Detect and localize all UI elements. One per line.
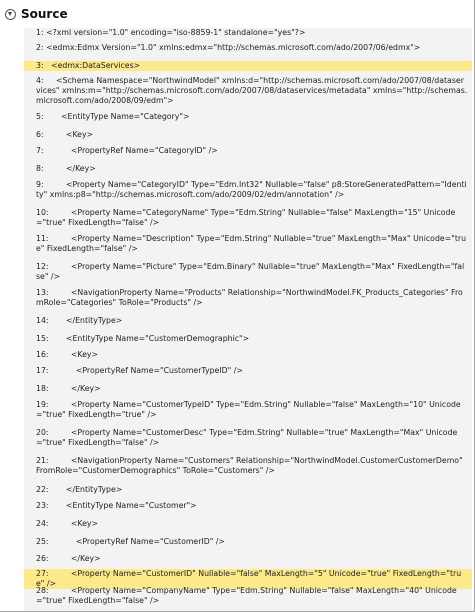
- code-line[interactable]: 22: </EntityType>: [24, 485, 472, 495]
- line-number: 23:: [36, 501, 49, 510]
- line-text: <Key>: [51, 519, 99, 528]
- line-text: <?xml version="1.0" encoding="iso-8859-1…: [46, 28, 306, 37]
- line-number: 11:: [36, 234, 49, 243]
- line-number: 18:: [36, 384, 49, 393]
- line-number: 25:: [36, 537, 49, 546]
- line-text: <edmx:DataServices>: [46, 61, 141, 70]
- line-text: <Key>: [46, 130, 94, 139]
- code-line[interactable]: 9: <Property Name="CategoryID" Type="Edm…: [24, 180, 472, 200]
- code-line-highlighted[interactable]: 3: <edmx:DataServices>: [24, 61, 472, 71]
- line-number: 14:: [36, 316, 49, 325]
- code-line[interactable]: 18: </Key>: [24, 384, 472, 394]
- code-line[interactable]: 1: <?xml version="1.0" encoding="iso-885…: [24, 28, 472, 38]
- line-text: </EntityType>: [51, 485, 123, 494]
- line-text: <Key>: [51, 350, 99, 359]
- line-number: 22:: [36, 485, 49, 494]
- line-number: 1:: [36, 28, 44, 37]
- line-number: 6:: [36, 130, 44, 139]
- line-number: 2:: [36, 43, 44, 52]
- line-text: <NavigationProperty Name="Products" Rela…: [36, 288, 463, 307]
- code-line[interactable]: 23: <EntityType Name="Customer">: [24, 501, 472, 511]
- code-line[interactable]: 24: <Key>: [24, 519, 472, 529]
- code-line[interactable]: 5: <EntityType Name="Category">: [24, 112, 472, 122]
- line-number: 10:: [36, 208, 49, 217]
- line-number: 4:: [36, 76, 44, 85]
- line-number: 21:: [36, 456, 49, 465]
- code-line[interactable]: 11: <Property Name="Description" Type="E…: [24, 234, 472, 254]
- source-header[interactable]: Source: [5, 6, 68, 22]
- line-number: 3:: [36, 61, 44, 70]
- source-title[interactable]: Source: [21, 7, 68, 21]
- code-line[interactable]: 25: <PropertyRef Name="CustomerID" />: [24, 537, 472, 547]
- code-line[interactable]: 26: </Key>: [24, 554, 472, 564]
- line-number: 12:: [36, 262, 49, 271]
- code-line[interactable]: 14: </EntityType>: [24, 316, 472, 326]
- code-line[interactable]: 6: <Key>: [24, 130, 472, 140]
- source-viewer: Source 1: <?xml version="1.0" encoding="…: [0, 0, 475, 612]
- code-line[interactable]: 19: <Property Name="CustomerTypeID" Type…: [24, 400, 472, 420]
- line-text: <EntityType Name="CustomerDemographic">: [51, 334, 250, 343]
- line-number: 16:: [36, 350, 49, 359]
- code-line[interactable]: 4: <Schema Namespace="NorthwindModel" xm…: [24, 76, 472, 106]
- line-number: 26:: [36, 554, 49, 563]
- collapse-circle-icon[interactable]: [5, 8, 16, 20]
- line-number: 13:: [36, 288, 49, 297]
- line-text: <Property Name="CompanyName" Type="Edm.S…: [36, 586, 457, 605]
- line-text: <EntityType Name="Customer">: [51, 501, 197, 510]
- line-number: 24:: [36, 519, 49, 528]
- line-text: <NavigationProperty Name="Customers" Rel…: [36, 456, 466, 475]
- line-text: </Key>: [46, 164, 96, 173]
- line-text: <Property Name="CategoryName" Type="Edm.…: [36, 208, 456, 227]
- line-text: <edmx:Edmx Version="1.0" xmlns:edmx="htt…: [46, 43, 421, 52]
- code-panel[interactable]: 1: <?xml version="1.0" encoding="iso-885…: [24, 28, 472, 611]
- line-text: <PropertyRef Name="CustomerID" />: [51, 537, 225, 546]
- line-text: <Property Name="Description" Type="Edm.S…: [36, 234, 467, 253]
- code-line[interactable]: 13: <NavigationProperty Name="Products" …: [24, 288, 472, 308]
- line-text: </EntityType>: [51, 316, 123, 325]
- code-line[interactable]: 21: <NavigationProperty Name="Customers"…: [24, 456, 472, 476]
- line-number: 27:: [36, 569, 49, 578]
- code-line[interactable]: 7: <PropertyRef Name="CategoryID" />: [24, 146, 472, 156]
- code-line[interactable]: 28: <Property Name="CompanyName" Type="E…: [24, 586, 472, 606]
- line-text: <Property Name="CustomerTypeID" Type="Ed…: [36, 400, 461, 419]
- line-number: 17:: [36, 366, 49, 375]
- line-text: <Property Name="Picture" Type="Edm.Binar…: [36, 262, 465, 281]
- line-number: 5:: [36, 112, 44, 121]
- code-line[interactable]: 15: <EntityType Name="CustomerDemographi…: [24, 334, 472, 344]
- line-number: 9:: [36, 180, 44, 189]
- line-number: 19:: [36, 400, 49, 409]
- line-text: <PropertyRef Name="CustomerTypeID" />: [51, 366, 243, 375]
- line-text: <Property Name="CustomerDesc" Type="Edm.…: [36, 428, 458, 447]
- line-text: </Key>: [51, 554, 101, 563]
- line-text: <PropertyRef Name="CategoryID" />: [46, 146, 218, 155]
- line-number: 28:: [36, 586, 49, 595]
- line-text: </Key>: [51, 384, 101, 393]
- code-line[interactable]: 12: <Property Name="Picture" Type="Edm.B…: [24, 262, 472, 282]
- line-text: <Schema Namespace="NorthwindModel" xmlns…: [36, 76, 468, 105]
- line-number: 8:: [36, 164, 44, 173]
- code-line[interactable]: 17: <PropertyRef Name="CustomerTypeID" /…: [24, 366, 472, 376]
- code-line[interactable]: 8: </Key>: [24, 164, 472, 174]
- line-text: <EntityType Name="Category">: [46, 112, 190, 121]
- code-line[interactable]: 16: <Key>: [24, 350, 472, 360]
- code-line[interactable]: 2: <edmx:Edmx Version="1.0" xmlns:edmx="…: [24, 43, 472, 53]
- line-text: <Property Name="CategoryID" Type="Edm.In…: [36, 180, 467, 199]
- code-line[interactable]: 10: <Property Name="CategoryName" Type="…: [24, 208, 472, 228]
- line-number: 7:: [36, 146, 44, 155]
- code-line[interactable]: 20: <Property Name="CustomerDesc" Type="…: [24, 428, 472, 448]
- line-number: 15:: [36, 334, 49, 343]
- line-number: 20:: [36, 428, 49, 437]
